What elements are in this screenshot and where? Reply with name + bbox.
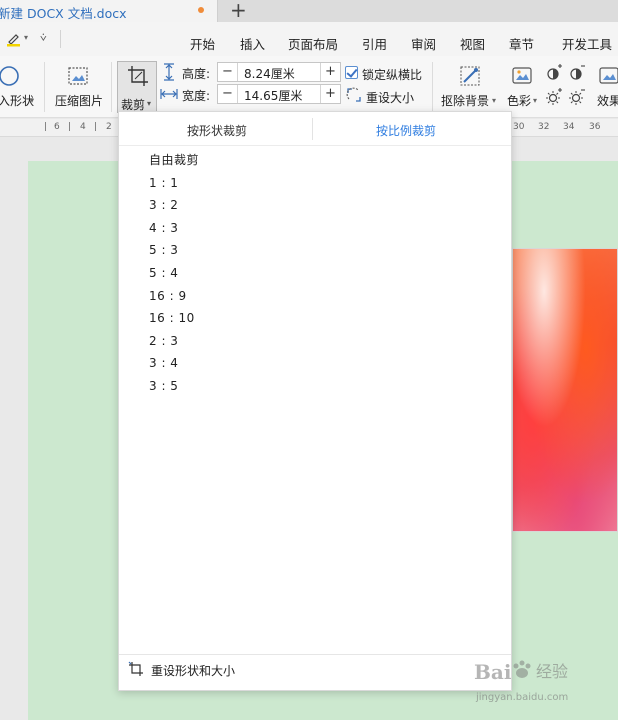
reset-size-button[interactable]: 重设大小 (366, 89, 414, 106)
reset-shape-icon (128, 661, 143, 676)
width-increase-button[interactable]: + (320, 85, 340, 103)
crop-option-free[interactable]: 自由裁剪 (149, 149, 479, 172)
crop-mode-tabs: 按形状裁剪 按比例裁剪 (119, 112, 511, 146)
ruler-tick: 36 (589, 122, 601, 132)
height-increase-button[interactable]: + (320, 63, 340, 81)
menu-separator (60, 30, 61, 48)
crop-option-3-4[interactable]: 3 : 4 (149, 352, 479, 375)
insert-shape-button[interactable]: 入形状 (0, 92, 34, 109)
compress-picture-button[interactable]: 压缩图片 (55, 92, 103, 109)
picture-effects-icon[interactable] (598, 64, 618, 88)
menu-review[interactable]: 审阅 (411, 34, 436, 53)
width-label: 宽度: (182, 89, 211, 103)
highlighter-icon[interactable] (6, 31, 22, 47)
ruler-tick: 6 (54, 122, 60, 132)
ruler-tick: | (94, 122, 98, 132)
picture-tools-ribbon: 入形状 ▾ 压缩图片 裁剪 ▾ 高度: − 8.24厘米 + 宽度: − 14.… (0, 56, 618, 118)
height-label: 高度: (182, 67, 211, 81)
unsaved-indicator-icon (198, 7, 204, 13)
insert-shape-dropdown-icon[interactable]: ▾ (30, 96, 34, 105)
selected-picture[interactable] (512, 248, 618, 532)
quick-access-more-icon[interactable]: ⩒ (40, 31, 47, 45)
menu-chapter[interactable]: 章节 (509, 34, 534, 53)
tab-crop-by-shape[interactable]: 按形状裁剪 (187, 122, 247, 139)
decrease-contrast-icon[interactable] (568, 64, 586, 82)
crop-icon (128, 66, 148, 86)
compress-picture-icon[interactable] (66, 64, 90, 88)
decrease-brightness-icon[interactable] (568, 88, 586, 106)
width-decrease-button[interactable]: − (218, 85, 238, 103)
color-dropdown-icon[interactable]: ▾ (533, 96, 537, 105)
increase-brightness-icon[interactable] (545, 88, 563, 106)
watermark-jingyan-text: 经验 (536, 662, 569, 681)
menu-references[interactable]: 引用 (362, 34, 387, 53)
reset-size-icon[interactable] (346, 87, 362, 103)
remove-background-dropdown-icon[interactable]: ▾ (492, 96, 496, 105)
crop-option-16-9[interactable]: 16 : 9 (149, 285, 479, 308)
ruler-tick: | (68, 122, 72, 132)
paw-icon (513, 660, 531, 678)
lock-aspect-ratio-label[interactable]: 锁定纵横比 (362, 66, 422, 83)
ruler-tick: 2 (106, 122, 112, 132)
crop-option-3-5[interactable]: 3 : 5 (149, 375, 479, 398)
crop-option-3-2[interactable]: 3 : 2 (149, 194, 479, 217)
remove-background-icon[interactable] (458, 64, 482, 88)
menu-home[interactable]: 开始 (190, 34, 215, 53)
watermark-logo-text: Bai (474, 660, 512, 684)
document-tab[interactable]: 新建 DOCX 文档.docx (0, 0, 218, 22)
ribbon-separator (432, 62, 433, 112)
crop-option-16-10[interactable]: 16 : 10 (149, 307, 479, 330)
color-icon[interactable] (510, 64, 534, 88)
crop-dropdown-icon: ▾ (147, 99, 152, 108)
crop-option-4-3[interactable]: 4 : 3 (149, 217, 479, 240)
menu-developer[interactable]: 开发工具 (562, 34, 612, 53)
crop-dropdown-panel: 按形状裁剪 按比例裁剪 自由裁剪 1 : 1 3 : 2 4 : 3 5 : 3… (118, 111, 512, 691)
height-icon (164, 63, 174, 81)
tab-bar: 新建 DOCX 文档.docx + (0, 0, 618, 22)
crop-ratio-list: 自由裁剪 1 : 1 3 : 2 4 : 3 5 : 3 5 : 4 16 : … (149, 149, 479, 398)
crop-button[interactable]: 裁剪 ▾ (117, 61, 157, 113)
ruler-tick: 4 (80, 122, 86, 132)
menu-insert[interactable]: 插入 (240, 34, 265, 53)
color-button[interactable]: 色彩 (507, 92, 531, 109)
reset-shape-size-label: 重设形状和大小 (151, 664, 236, 678)
reset-shape-size-button[interactable]: 重设形状和大小 (119, 654, 511, 682)
height-value[interactable]: 8.24厘米 (244, 65, 295, 82)
width-stepper[interactable]: − 14.65厘米 + (217, 84, 341, 104)
crop-option-5-4[interactable]: 5 : 4 (149, 262, 479, 285)
picture-effects-button[interactable]: 效果 (597, 92, 618, 109)
highlighter-dropdown-icon[interactable]: ▾ (24, 33, 28, 42)
ribbon-separator (44, 62, 45, 112)
document-tab-title: 新建 DOCX 文档.docx (0, 6, 127, 21)
height-stepper[interactable]: − 8.24厘米 + (217, 62, 341, 82)
menu-view[interactable]: 视图 (460, 34, 485, 53)
tab-crop-by-ratio[interactable]: 按比例裁剪 (376, 122, 436, 139)
width-value[interactable]: 14.65厘米 (244, 87, 302, 104)
ribbon-separator (111, 62, 112, 112)
ruler-tick: | (44, 122, 48, 132)
width-icon (160, 89, 178, 99)
ruler-tick: 32 (538, 122, 550, 132)
increase-contrast-icon[interactable] (545, 64, 563, 82)
crop-option-1-1[interactable]: 1 : 1 (149, 172, 479, 195)
remove-background-button[interactable]: 抠除背景 (441, 92, 489, 109)
ruler-tick: 34 (563, 122, 575, 132)
lock-aspect-ratio-checkbox[interactable] (345, 66, 358, 79)
new-tab-button[interactable]: + (230, 0, 247, 20)
tab-separator (312, 118, 313, 140)
menu-page-layout[interactable]: 页面布局 (288, 34, 338, 53)
crop-option-2-3[interactable]: 2 : 3 (149, 330, 479, 353)
height-decrease-button[interactable]: − (218, 63, 238, 81)
menu-bar: ▾ ⩒ 开始 插入 页面布局 引用 审阅 视图 章节 开发工具 (0, 22, 618, 56)
watermark-url: jingyan.baidu.com (476, 692, 569, 703)
baidu-jingyan-watermark: Bai 经验 jingyan.baidu.com (466, 652, 616, 712)
crop-option-5-3[interactable]: 5 : 3 (149, 239, 479, 262)
ruler-tick: 30 (513, 122, 525, 132)
shape-icon[interactable] (0, 64, 22, 88)
